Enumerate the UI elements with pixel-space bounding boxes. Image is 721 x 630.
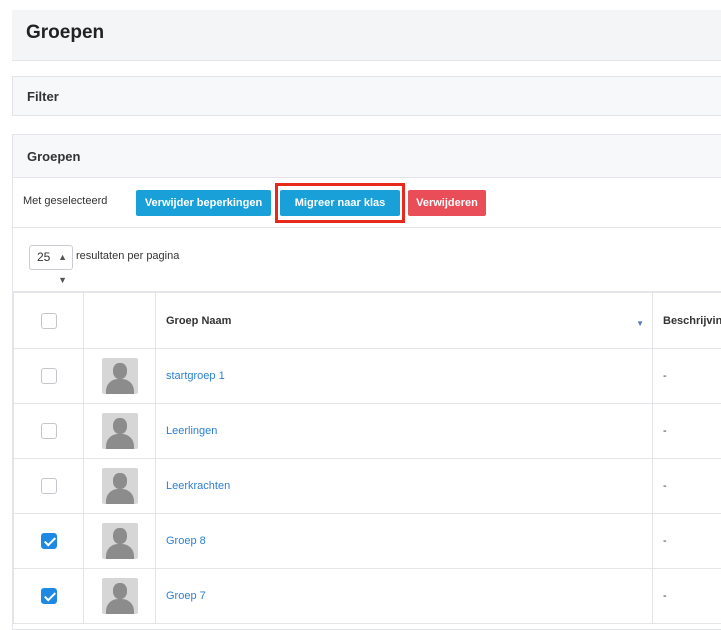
per-page-select[interactable]: 25 ▲ ▼ bbox=[29, 245, 73, 285]
per-page-label: resultaten per pagina bbox=[76, 250, 180, 262]
sort-down-icon[interactable]: ▼ bbox=[636, 319, 644, 328]
row-name-cell: Groep 8 bbox=[155, 513, 653, 569]
row-avatar-cell bbox=[83, 403, 156, 459]
table-row: Groep 8 - bbox=[13, 513, 721, 569]
row-name-cell: Leerlingen bbox=[155, 403, 653, 459]
column-header-name-label: Groep Naam bbox=[166, 314, 232, 327]
group-description: - bbox=[663, 480, 667, 492]
row-avatar-cell bbox=[83, 513, 156, 569]
migrate-to-class-button[interactable]: Migreer naar klas bbox=[280, 190, 400, 216]
group-description: - bbox=[663, 370, 667, 382]
select-all-checkbox[interactable] bbox=[40, 312, 57, 329]
groups-panel-title: Groepen bbox=[27, 149, 81, 164]
row-avatar-cell bbox=[83, 348, 156, 404]
groups-panel-header: Groepen bbox=[13, 135, 721, 178]
group-description: - bbox=[663, 425, 667, 437]
row-description-cell: - bbox=[652, 458, 721, 514]
filter-panel-title[interactable]: Filter bbox=[27, 89, 59, 104]
row-checkbox-cell bbox=[13, 458, 84, 514]
row-checkbox-cell bbox=[13, 348, 84, 404]
user-placeholder-icon bbox=[101, 468, 138, 504]
row-checkbox[interactable] bbox=[40, 368, 57, 384]
row-name-cell: Leerkrachten bbox=[155, 458, 653, 514]
table-row: Groep 7 - bbox=[13, 568, 721, 624]
up-down-arrows-icon: ▲ ▼ bbox=[58, 252, 67, 285]
group-description: - bbox=[663, 590, 667, 602]
row-checkbox[interactable] bbox=[40, 533, 57, 549]
table-row: Leerkrachten - bbox=[13, 458, 721, 514]
groups-table: Groep Naam ▼ Beschrijving startgroep 1 -… bbox=[13, 292, 721, 624]
row-checkbox[interactable] bbox=[40, 588, 57, 604]
group-name-link[interactable]: Leerkrachten bbox=[166, 480, 230, 492]
page-title: Groepen bbox=[26, 22, 105, 43]
delete-button[interactable]: Verwijderen bbox=[408, 190, 486, 216]
page-header: Groepen bbox=[12, 10, 721, 61]
row-avatar-cell bbox=[83, 568, 156, 624]
avatar-column-header bbox=[83, 292, 156, 349]
bulk-actions-label: Met geselecteerd bbox=[23, 195, 108, 207]
group-name-link[interactable]: Groep 8 bbox=[166, 535, 206, 547]
user-placeholder-icon bbox=[101, 578, 138, 614]
table-row: startgroep 1 - bbox=[13, 348, 721, 404]
remove-limits-button[interactable]: Verwijder beperkingen bbox=[136, 190, 271, 216]
row-checkbox-cell bbox=[13, 403, 84, 459]
filter-panel[interactable]: Filter bbox=[12, 76, 721, 116]
group-name-link[interactable]: Groep 7 bbox=[166, 590, 206, 602]
row-checkbox[interactable] bbox=[40, 478, 57, 494]
per-page-value: 25 bbox=[37, 250, 51, 264]
row-checkbox-cell bbox=[13, 513, 84, 569]
user-placeholder-icon bbox=[101, 358, 138, 394]
row-description-cell: - bbox=[652, 568, 721, 624]
table-row: Leerlingen - bbox=[13, 403, 721, 459]
row-description-cell: - bbox=[652, 403, 721, 459]
column-header-name[interactable]: Groep Naam ▼ bbox=[155, 292, 653, 349]
user-placeholder-icon bbox=[101, 413, 138, 449]
group-name-link[interactable]: startgroep 1 bbox=[166, 370, 225, 382]
row-name-cell: Groep 7 bbox=[155, 568, 653, 624]
row-checkbox-cell bbox=[13, 568, 84, 624]
group-description: - bbox=[663, 535, 667, 547]
column-header-description[interactable]: Beschrijving bbox=[652, 292, 721, 349]
table-header-row: Groep Naam ▼ Beschrijving bbox=[13, 292, 721, 349]
row-name-cell: startgroep 1 bbox=[155, 348, 653, 404]
bulk-actions-bar: Met geselecteerd Verwijder beperkingen M… bbox=[13, 178, 721, 228]
per-page-bar: 25 ▲ ▼ resultaten per pagina bbox=[13, 228, 721, 292]
groups-panel: Groepen Met geselecteerd Verwijder beper… bbox=[12, 134, 721, 630]
row-description-cell: - bbox=[652, 348, 721, 404]
row-description-cell: - bbox=[652, 513, 721, 569]
group-name-link[interactable]: Leerlingen bbox=[166, 425, 217, 437]
row-checkbox[interactable] bbox=[40, 423, 57, 439]
user-placeholder-icon bbox=[101, 523, 138, 559]
row-avatar-cell bbox=[83, 458, 156, 514]
select-all-cell bbox=[13, 292, 84, 349]
column-header-description-label: Beschrijving bbox=[663, 314, 721, 327]
